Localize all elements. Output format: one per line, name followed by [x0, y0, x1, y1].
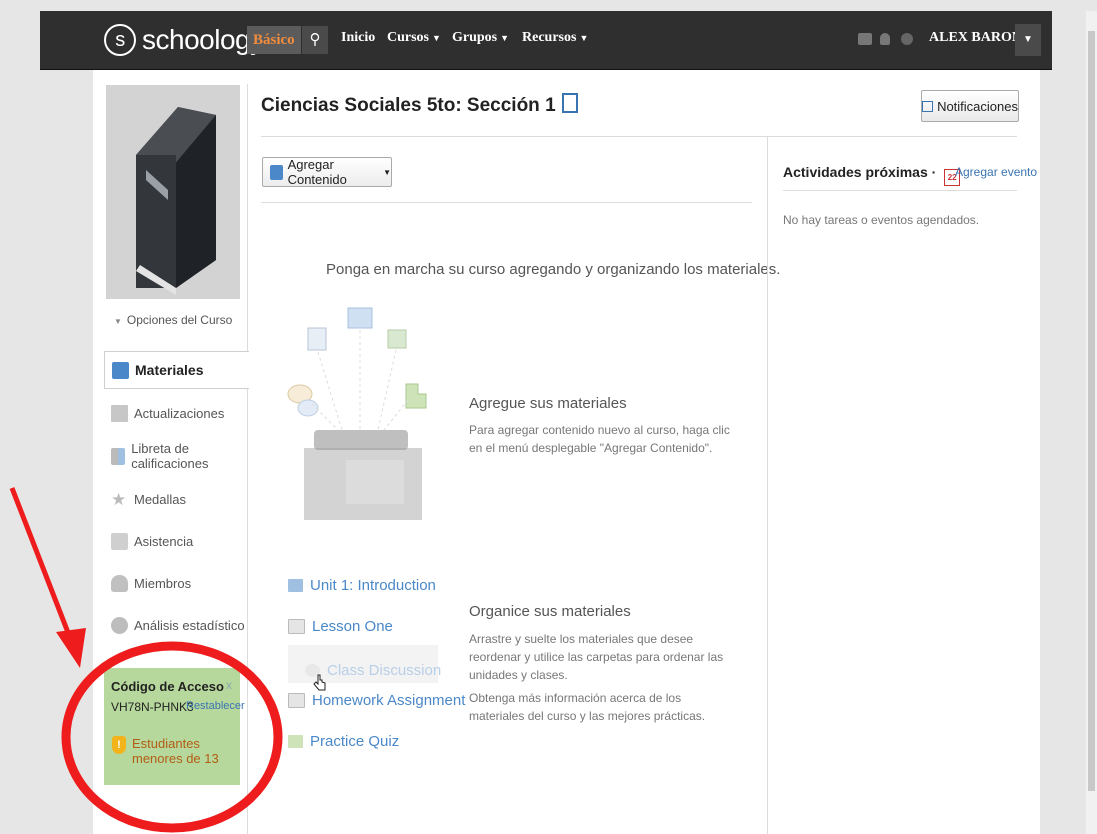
header-divider	[261, 136, 1017, 137]
access-code-box: Código de Acceso x VH78N-PHNK3 Restablec…	[104, 668, 245, 785]
plan-badge[interactable]: Básico	[247, 26, 301, 54]
nav-recursos[interactable]: Recursos ▼	[522, 30, 588, 46]
updates-icon	[111, 404, 128, 422]
attendance-icon	[111, 532, 128, 550]
annotation-arrow	[9, 487, 77, 649]
messages-icon[interactable]	[858, 33, 872, 45]
badges-icon: ★	[111, 489, 127, 509]
sidebar-item-materiales[interactable]: Materiales	[104, 351, 249, 389]
no-events-text: No hay tareas o eventos agendados.	[783, 213, 980, 227]
folder-icon	[288, 579, 303, 592]
analytics-icon	[111, 616, 128, 634]
nav-inicio[interactable]: Inicio	[341, 30, 375, 46]
assignment-icon	[288, 619, 305, 634]
sample-folder-unit-1[interactable]: Unit 1: Introduction	[288, 577, 436, 594]
right-column-divider	[767, 137, 768, 834]
annotation-arrowhead	[56, 628, 86, 668]
sample-practice-quiz[interactable]: Practice Quiz	[288, 733, 399, 750]
notifications-icon[interactable]	[901, 33, 913, 45]
sidebar-item-analisis[interactable]: Análisis estadístico	[104, 607, 247, 643]
scrollbar-thumb[interactable]	[1088, 31, 1095, 791]
sidebar-item-label: Materiales	[135, 362, 204, 378]
warning-shield-icon: !	[112, 736, 126, 754]
sidebar-item-actualizaciones[interactable]: Actualizaciones	[104, 395, 247, 431]
notifications-button[interactable]: Notificaciones	[921, 90, 1019, 122]
nav-cursos[interactable]: Cursos ▼	[387, 30, 441, 46]
hand-cursor-icon	[313, 674, 326, 691]
sidebar-item-medallas[interactable]: ★ Medallas	[104, 481, 247, 517]
notebook-icon	[561, 93, 578, 113]
course-options-toggle[interactable]: ▼ Opciones del Curso	[114, 313, 232, 327]
sidebar-item-label: Análisis estadístico	[134, 617, 245, 633]
reset-code-link[interactable]: Restablecer	[186, 700, 245, 712]
add-event-link[interactable]: Agregar evento	[955, 165, 1037, 179]
add-content-icon	[270, 164, 283, 180]
top-navigation-bar: s schoology Básico ⚲ Inicio Cursos ▼ Grup…	[40, 11, 1052, 70]
access-code-title: Código de Acceso	[111, 679, 224, 694]
sidebar-item-miembros[interactable]: Miembros	[104, 565, 247, 601]
sample-lesson-one[interactable]: Lesson One	[288, 618, 393, 635]
schoology-logo-icon: s	[104, 24, 136, 56]
materials-icon	[112, 361, 129, 379]
sidebar-item-label: Miembros	[134, 575, 192, 591]
under-13-link[interactable]: Estudiantes menores de 13	[132, 736, 232, 766]
chevron-down-icon: ▼	[383, 167, 391, 177]
add-materials-text: Para agregar contenido nuevo al curso, h…	[469, 423, 730, 455]
quiz-icon	[288, 735, 303, 748]
assignment-icon	[288, 693, 305, 708]
book-icon	[136, 107, 216, 295]
sample-homework-assignment[interactable]: Homework Assignment	[288, 692, 465, 709]
toolbox-illustration	[286, 300, 436, 535]
members-icon	[111, 574, 128, 592]
chevron-down-icon: ▼	[432, 33, 441, 43]
brand-name: schoology	[142, 24, 264, 55]
close-icon[interactable]: x	[226, 678, 232, 692]
best-practices-text: Obtenga más información acerca de los ma…	[469, 691, 706, 723]
sidebar-item-label: Asistencia	[134, 533, 194, 549]
schoology-logo[interactable]: s schoology	[104, 21, 264, 59]
add-content-button[interactable]: Agregar Contenido ▼	[262, 157, 392, 187]
sidebar-divider	[247, 84, 248, 834]
sidebar-item-label: Actualizaciones	[134, 405, 225, 421]
course-cover-image	[106, 85, 240, 299]
content-divider	[261, 202, 752, 203]
triangle-down-icon: ▼	[114, 317, 122, 326]
sidebar-item-libreta[interactable]: Libreta de calificaciones	[104, 438, 247, 474]
envelope-icon	[922, 100, 934, 112]
upcoming-title: Actividades próximas · 22	[783, 164, 961, 186]
upcoming-divider	[783, 190, 1017, 191]
sidebar-item-asistencia[interactable]: Asistencia	[104, 523, 247, 559]
access-code-value: VH78N-PHNK3	[111, 700, 194, 714]
organize-materials-text: Arrastre y suelte los materiales que des…	[469, 632, 724, 682]
sidebar-item-label: Libreta de calificaciones	[131, 441, 209, 471]
gradebook-icon	[111, 447, 126, 465]
page-scrollbar[interactable]	[1086, 11, 1097, 834]
page-title: Ciencias Sociales 5to: Sección 1	[261, 93, 578, 117]
requests-icon[interactable]	[880, 33, 890, 45]
sidebar-item-label: Medallas	[134, 491, 187, 507]
organize-materials-title: Organice sus materiales	[469, 603, 631, 620]
chevron-down-icon: ▼	[500, 33, 510, 43]
search-icon[interactable]: ⚲	[302, 26, 328, 54]
get-started-heading: Ponga en marcha su curso agregando y org…	[326, 261, 781, 278]
nav-grupos[interactable]: Grupos ▼	[452, 30, 509, 46]
chevron-down-icon: ▼	[579, 33, 589, 43]
user-menu-chevron-icon[interactable]: ▼	[1015, 24, 1041, 56]
add-materials-title: Agregue sus materiales	[469, 395, 627, 412]
